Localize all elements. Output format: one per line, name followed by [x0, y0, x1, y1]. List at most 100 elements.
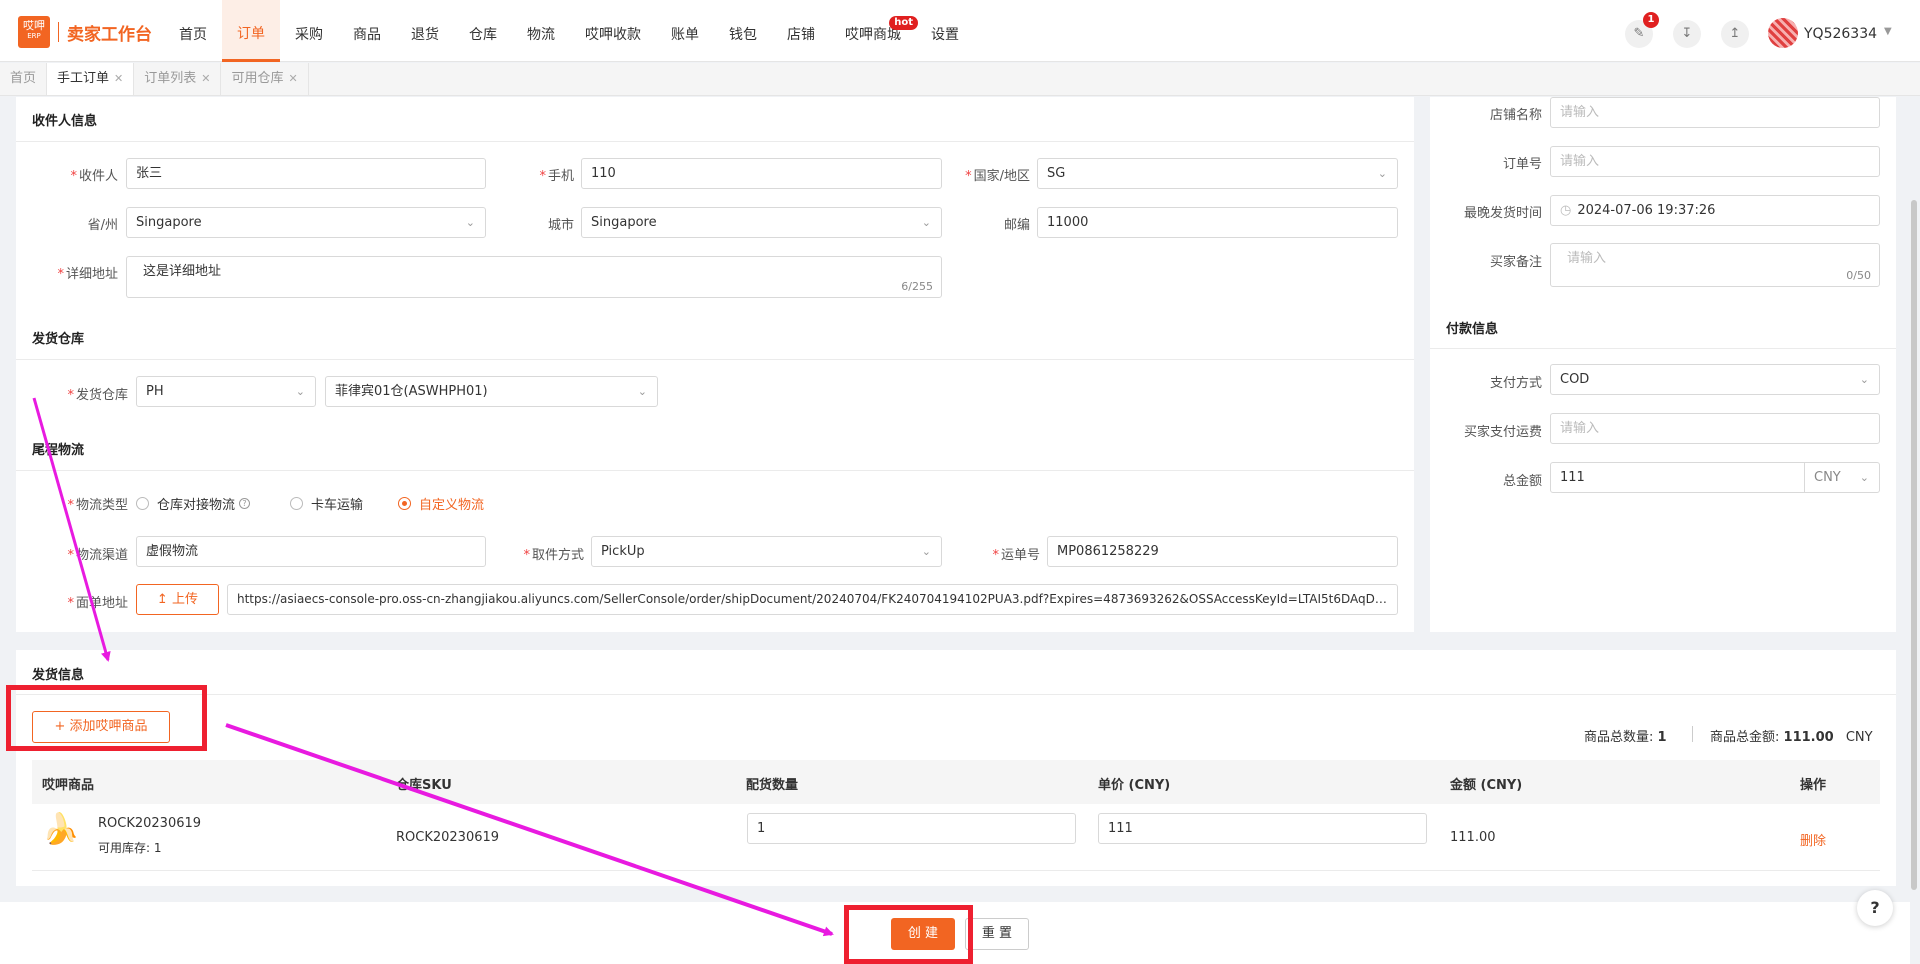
radio-warehouse-logistics[interactable]: 仓库对接物流? — [136, 494, 251, 513]
nav-home[interactable]: 首页 — [164, 0, 222, 62]
radio-label: 自定义物流 — [419, 498, 485, 513]
notification-badge: 1 — [1643, 12, 1659, 28]
city-value: Singapore — [591, 215, 657, 230]
tab-home[interactable]: 首页 — [0, 63, 48, 95]
tab-label: 首页 — [10, 71, 37, 86]
upload-button[interactable]: ↥ 上传 — [136, 584, 219, 615]
chevron-down-icon: ⌄ — [465, 216, 475, 229]
buyer-note-textarea[interactable]: 请输入 0/50 — [1550, 243, 1880, 287]
quantity-input[interactable]: 1 — [747, 813, 1076, 844]
help-button[interactable]: ? — [1857, 890, 1893, 926]
tab-available-warehouse[interactable]: 可用仓库 ✕ — [221, 63, 309, 95]
download-button[interactable]: ↧ — [1673, 20, 1701, 48]
address-value: 这是详细地址 — [143, 264, 222, 279]
avatar[interactable] — [1768, 18, 1798, 48]
order-no-input[interactable]: 请输入 — [1550, 146, 1880, 177]
payment-method-value: COD — [1560, 372, 1590, 387]
nav-mall[interactable]: 哎呷商城 hot — [830, 0, 918, 62]
nav-wallet[interactable]: 钱包 — [714, 0, 772, 62]
divider — [16, 141, 1414, 142]
tracking-label: * 运单号 — [992, 548, 1040, 563]
radio-label: 卡车运输 — [311, 498, 364, 513]
label-text: 物流类型 — [75, 498, 128, 513]
tab-manual-order[interactable]: 手工订单 ✕ — [47, 63, 135, 95]
close-icon[interactable]: ✕ — [114, 72, 123, 85]
pickup-select[interactable]: PickUp ⌄ — [591, 536, 942, 567]
nav-logistics[interactable]: 物流 — [512, 0, 570, 62]
nav-settings[interactable]: 设置 — [916, 0, 974, 62]
chevron-down-icon: ⌄ — [1377, 167, 1387, 180]
reset-button[interactable]: 重 置 — [965, 918, 1029, 950]
recipient-name-input[interactable]: 张三 — [126, 158, 486, 189]
chevron-down-icon[interactable]: ▼ — [1884, 26, 1892, 37]
announcement-button[interactable]: ✎ 1 — [1625, 12, 1659, 48]
megaphone-icon: ✎ — [1633, 26, 1645, 41]
close-icon[interactable]: ✕ — [201, 72, 210, 85]
nav-warehouse[interactable]: 仓库 — [454, 0, 512, 62]
product-table-header: 哎呷商品 仓库SKU 配货数量 单价 (CNY) 金额 (CNY) 操作 — [32, 760, 1880, 804]
nav-payments[interactable]: 哎呷收款 — [570, 0, 656, 62]
channel-input[interactable]: 虚假物流 — [136, 536, 486, 567]
export-button[interactable]: ↥ — [1721, 20, 1749, 48]
radio-label: 仓库对接物流 — [157, 498, 236, 513]
tracking-input[interactable]: MP0861258229 — [1047, 536, 1398, 567]
payment-method-label: 支付方式 — [1489, 376, 1542, 391]
app-title: 卖家工作台 — [67, 24, 152, 45]
ship-time-picker[interactable]: ◷ 2024-07-06 19:37:26 — [1550, 195, 1880, 226]
tab-order-list[interactable]: 订单列表 ✕ — [134, 63, 222, 95]
info-icon[interactable]: ? — [239, 498, 251, 509]
app-logo[interactable]: 哎呷 ERP 卖家工作台 — [18, 16, 152, 48]
province-value: Singapore — [136, 215, 202, 230]
country-select[interactable]: SG ⌄ — [1037, 158, 1398, 189]
shipping-fee-input[interactable]: 请输入 — [1550, 413, 1880, 444]
address-char-count: 6/255 — [901, 280, 933, 293]
warehouse-name-select[interactable]: 菲律宾01仓(ASWHPH01) ⌄ — [325, 376, 658, 407]
divider — [16, 359, 1414, 360]
highlight-box-create — [844, 905, 973, 964]
store-input[interactable]: 请输入 — [1550, 97, 1880, 128]
close-icon[interactable]: ✕ — [289, 72, 298, 85]
province-select[interactable]: Singapore ⌄ — [126, 207, 486, 238]
waybill-url-input[interactable]: https://asiaecs-console-pro.oss-cn-zhang… — [227, 584, 1398, 615]
unit-price-input[interactable]: 111 — [1098, 813, 1427, 844]
nav-returns[interactable]: 退货 — [396, 0, 454, 62]
radio-truck[interactable]: 卡车运输 — [290, 494, 363, 513]
hot-badge: hot — [889, 16, 918, 30]
logo-icon: 哎呷 ERP — [18, 16, 50, 48]
currency-select[interactable]: CNY ⌄ — [1804, 462, 1880, 493]
tab-label: 手工订单 — [57, 71, 110, 86]
divider — [16, 470, 1414, 471]
phone-label: * 手机 — [539, 169, 574, 184]
label-text: 发货仓库 — [75, 388, 128, 403]
city-select[interactable]: Singapore ⌄ — [581, 207, 942, 238]
qty-value: 1 — [1657, 730, 1667, 745]
amount-currency: CNY — [1845, 730, 1873, 745]
order-no-label: 订单号 — [1502, 157, 1542, 172]
payment-method-select[interactable]: COD ⌄ — [1550, 364, 1880, 395]
nav-orders[interactable]: 订单 — [222, 0, 280, 62]
pickup-value: PickUp — [601, 544, 645, 559]
phone-input[interactable]: 110 — [581, 158, 942, 189]
nav-purchase[interactable]: 采购 — [280, 0, 338, 62]
logistics-section-title: 尾程物流 — [32, 443, 85, 458]
nav-products[interactable]: 商品 — [338, 0, 396, 62]
nav-store[interactable]: 店铺 — [772, 0, 830, 62]
col-unit-price: 单价 (CNY) — [1098, 778, 1171, 793]
chevron-down-icon: ⌄ — [295, 385, 305, 398]
scrollbar[interactable] — [1911, 200, 1917, 890]
nav-bills[interactable]: 账单 — [656, 0, 714, 62]
username[interactable]: YQ526334 — [1804, 26, 1877, 42]
warehouse-region-select[interactable]: PH ⌄ — [136, 376, 316, 407]
highlight-box-add-product — [6, 685, 207, 751]
total-amount-label: 总金额 — [1502, 474, 1542, 489]
address-textarea[interactable]: 这是详细地址 6/255 — [126, 256, 942, 298]
ship-time-label: 最晚发货时间 — [1463, 206, 1542, 221]
delete-link[interactable]: 删除 — [1800, 830, 1826, 849]
divider — [1430, 348, 1896, 349]
zip-input[interactable]: 11000 — [1037, 207, 1398, 238]
amount-value: 111.00 — [1783, 730, 1834, 745]
total-amount-input[interactable]: 111 — [1550, 462, 1805, 493]
download-icon: ↧ — [1681, 26, 1693, 41]
row-amount: 111.00 — [1450, 830, 1496, 845]
radio-custom-logistics[interactable]: 自定义物流 — [398, 494, 484, 513]
